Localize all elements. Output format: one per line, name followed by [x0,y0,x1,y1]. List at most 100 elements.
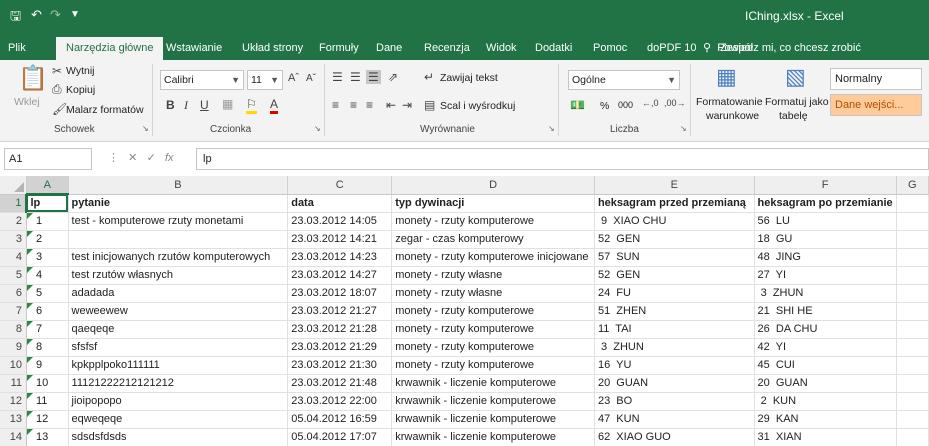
decrease-font-icon[interactable]: Aˇ [306,73,316,84]
row-header[interactable]: 8 [0,320,27,339]
save-icon[interactable]: 🖫 [10,7,21,29]
align-right-icon[interactable]: ≡ [366,98,373,112]
grid-cell[interactable] [896,338,929,357]
header-cell-typ[interactable]: typ dywinacji [391,194,595,213]
name-box[interactable]: A1 [4,148,92,170]
style-normal[interactable]: Normalny [830,68,922,90]
align-top-icon[interactable]: ☰ [332,70,343,84]
align-bottom-icon[interactable]: ☰ [366,70,381,84]
cell-data[interactable]: 23.03.2012 21:30 [287,356,393,375]
cell-typ[interactable]: monety - rzuty komputerowe [391,338,595,357]
cell-data[interactable]: 23.03.2012 14:05 [287,212,393,231]
cell-przed[interactable]: 9 XIAO CHU [594,212,755,231]
row-header[interactable]: 12 [0,392,27,411]
tab-dopdf[interactable]: doPDF 10 [647,37,697,60]
cell-data[interactable]: 23.03.2012 21:48 [287,374,393,393]
cell-po[interactable]: 20 GUAN [754,374,897,393]
cell-data[interactable]: 23.03.2012 21:28 [287,320,393,339]
row-header[interactable]: 5 [0,266,27,285]
cell-przed[interactable]: 52 GEN [594,230,755,249]
grid-cell[interactable] [896,428,929,446]
increase-indent-icon[interactable]: ⇥ [402,98,412,112]
percent-button[interactable]: % [600,100,609,112]
header-cell-lp[interactable]: lp [26,194,69,213]
header-cell-po[interactable]: heksagram po przemianie [754,194,897,213]
currency-icon[interactable]: 💵 [570,98,585,112]
font-color-icon[interactable]: A [270,97,279,114]
row-header[interactable]: 7 [0,302,27,321]
tab-dane[interactable]: Dane [376,37,402,60]
cell-typ[interactable]: monety - rzuty własne [391,284,595,303]
cell-przed[interactable]: 57 SUN [594,248,755,267]
row-header[interactable]: 14 [0,428,27,446]
tab-wstawianie[interactable]: Wstawianie [166,37,222,60]
column-header-g[interactable]: G [896,176,929,195]
cell-przed[interactable]: 51 ZHEN [594,302,755,321]
column-header-b[interactable]: B [68,176,289,195]
row-header[interactable]: 11 [0,374,27,393]
undo-icon[interactable]: ↶ [31,7,42,23]
more-icon[interactable]: ⋮ [108,152,119,164]
cell-pytanie[interactable]: 11121222212121212 [68,374,289,393]
cell-przed[interactable]: 3 ZHUN [594,338,755,357]
column-header-e[interactable]: E [594,176,755,195]
enter-icon[interactable]: ✓ [147,152,156,164]
conditional-formatting-button[interactable]: Formatowanie [696,96,763,108]
wrap-text-button[interactable]: Zawijaj tekst [440,72,498,84]
cell-przed[interactable]: 20 GUAN [594,374,755,393]
cell-data[interactable]: 23.03.2012 14:23 [287,248,393,267]
style-input[interactable]: Dane wejści... [830,94,922,116]
cell-przed[interactable]: 16 YU [594,356,755,375]
cell-typ[interactable]: zegar - czas komputerowy [391,230,595,249]
redo-icon[interactable]: ↷ [50,7,61,23]
decrease-decimal-icon[interactable]: ,00→ [664,98,686,108]
cell-lp[interactable]: 12 [26,410,69,429]
grid-cell[interactable] [896,284,929,303]
cell-lp[interactable]: 8 [26,338,69,357]
tab-plik[interactable]: Plik [8,37,26,60]
column-header-a[interactable]: A [26,176,69,195]
paste-icon[interactable]: 📋 [18,64,48,93]
cell-typ[interactable]: krwawnik - liczenie komputerowe [391,374,595,393]
merge-center-button[interactable]: Scal i wyśrodkuj [440,100,515,112]
cell-po[interactable]: 45 CUI [754,356,897,375]
cell-typ[interactable]: monety - rzuty komputerowe [391,320,595,339]
thousands-button[interactable]: 000 [618,100,633,110]
cell-data[interactable]: 23.03.2012 21:29 [287,338,393,357]
cell-data[interactable]: 23.03.2012 14:21 [287,230,393,249]
grid-cell[interactable] [896,248,929,267]
cell-typ[interactable]: krwawnik - liczenie komputerowe [391,410,595,429]
cell-lp[interactable]: 5 [26,284,69,303]
alignment-launcher-icon[interactable]: ↘ [548,124,555,133]
customize-qat-icon[interactable]: ▼ [70,9,80,20]
cell-pytanie[interactable]: test inicjowanych rzutów komputerowych [68,248,289,267]
cell-lp[interactable]: 10 [26,374,69,393]
cell-pytanie[interactable]: eqweqeqe [68,410,289,429]
cut-button[interactable]: Wytnij [66,65,95,77]
cell-po[interactable]: 56 LU [754,212,897,231]
grid-cell[interactable] [896,356,929,375]
row-header[interactable]: 2 [0,212,27,231]
cell-po[interactable]: 3 ZHUN [754,284,897,303]
cell-data[interactable]: 23.03.2012 18:07 [287,284,393,303]
cell-lp[interactable]: 13 [26,428,69,446]
cell-po[interactable]: 2 KUN [754,392,897,411]
grid-cell[interactable] [896,302,929,321]
cell-data[interactable]: 05.04.2012 16:59 [287,410,393,429]
cell-typ[interactable]: krwawnik - liczenie komputerowe [391,392,595,411]
bold-icon[interactable]: B [166,98,175,112]
tab-pomoc[interactable]: Pomoc [593,37,627,60]
column-header-f[interactable]: F [754,176,897,195]
cell-lp[interactable]: 6 [26,302,69,321]
cell-pytanie[interactable]: jioipopopo [68,392,289,411]
tab-narzedzia-glowne[interactable]: Narzędzia główne [56,37,164,60]
cell-po[interactable]: 31 XIAN [754,428,897,446]
cell-lp[interactable]: 3 [26,248,69,267]
cell-pytanie[interactable]: qaeqeqe [68,320,289,339]
increase-font-icon[interactable]: Aˆ [288,72,299,84]
cell-przed[interactable]: 23 BO [594,392,755,411]
tab-recenzja[interactable]: Recenzja [424,37,470,60]
cell-lp[interactable]: 2 [26,230,69,249]
header-cell-przed[interactable]: heksagram przed przemianą [594,194,755,213]
cell-po[interactable]: 48 JING [754,248,897,267]
